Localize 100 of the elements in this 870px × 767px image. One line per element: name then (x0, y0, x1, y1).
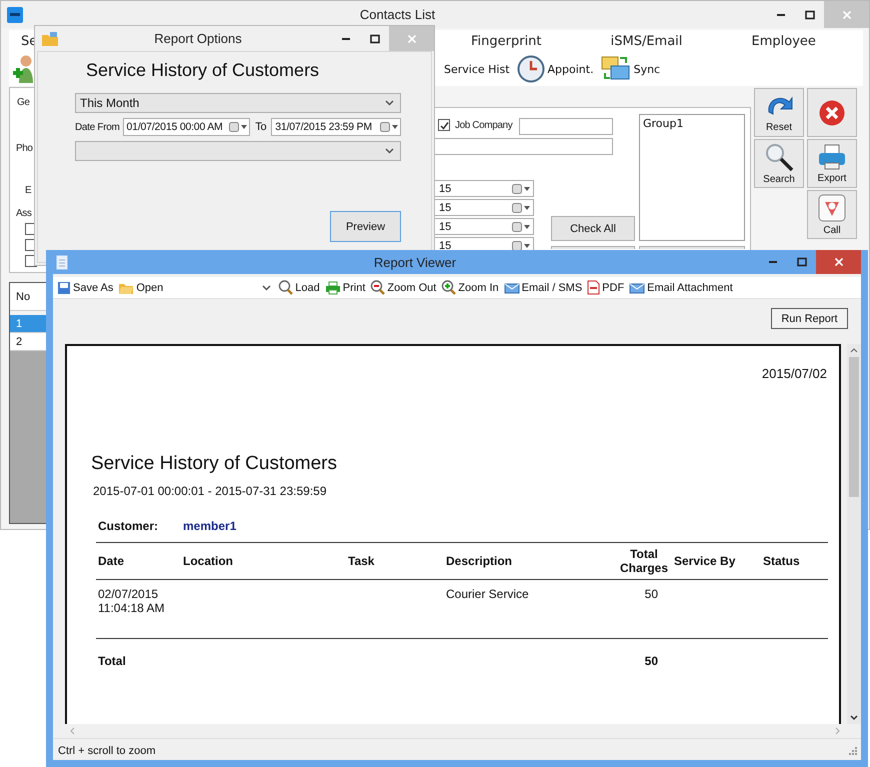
search-icon (763, 142, 795, 172)
column-header: No (16, 290, 30, 302)
phone-shield-icon (817, 193, 847, 223)
add-person-button[interactable] (11, 54, 33, 84)
close-icon (834, 257, 844, 267)
printer-icon (817, 143, 847, 171)
calendar-dropdown-icon[interactable] (512, 222, 530, 232)
total-label: Total (98, 654, 126, 668)
group-list[interactable]: Group1 (639, 114, 745, 241)
calendar-dropdown-icon[interactable] (512, 184, 530, 194)
field-label: To (255, 121, 266, 133)
date-field[interactable]: 15 (439, 182, 452, 194)
call-button[interactable]: Call (807, 190, 857, 239)
minimize-icon (768, 261, 776, 263)
column-header: Task (348, 554, 374, 568)
customer-name: member1 (183, 519, 236, 533)
export-button[interactable]: Export (807, 139, 857, 188)
close-button[interactable] (807, 88, 857, 137)
table-row[interactable]: 2 (10, 333, 48, 351)
column-header: Total Charges (618, 547, 670, 575)
toolbar-button[interactable]: Load (278, 280, 320, 295)
floppy-icon (57, 280, 71, 294)
toolbar-button[interactable]: Zoom Out (370, 280, 436, 295)
magnifier-icon (278, 280, 294, 295)
search-button[interactable]: Search (754, 139, 804, 188)
table-cell: 50 (644, 587, 658, 601)
menu-tab[interactable]: Fingerprint (471, 34, 542, 48)
close-icon (818, 98, 846, 126)
scroll-up-icon[interactable] (850, 347, 858, 353)
close-button[interactable] (816, 250, 861, 274)
customer-label: Customer: (98, 519, 160, 533)
close-icon (406, 34, 416, 44)
window-title: Report Viewer (374, 254, 456, 270)
column-header: Description (446, 554, 512, 568)
toolbar-button[interactable]: PDF (587, 280, 624, 295)
date-range: 2015-07-01 00:00:01 - 2015-07-31 23:59:59 (92, 484, 328, 498)
list-item[interactable]: Group1 (643, 117, 741, 130)
column-header: Service By (674, 554, 736, 568)
toolbar-button[interactable]: Save As (57, 280, 114, 294)
clock-icon (516, 55, 545, 83)
date-field[interactable]: 15 (439, 240, 452, 252)
reset-button[interactable]: Reset (754, 88, 804, 137)
minimize-icon (776, 14, 784, 16)
menu-tab[interactable]: iSMS/Email (610, 34, 682, 48)
total-value: 50 (644, 654, 658, 668)
field-label: Pho (16, 143, 33, 154)
field-label: Ass (16, 208, 32, 219)
status-text: Ctrl + scroll to zoom (58, 744, 156, 756)
dialog-heading: Service History of Customers (85, 60, 320, 81)
maximize-icon (796, 257, 806, 267)
add-person-icon (12, 54, 33, 84)
preview-button[interactable]: Preview (330, 211, 401, 242)
toolbar-button[interactable]: Email Attachment (629, 282, 733, 294)
toolbar-button[interactable]: Zoom In (441, 280, 499, 295)
column-header: Location (183, 554, 233, 568)
vertical-scrollbar[interactable] (847, 344, 861, 724)
checkbox[interactable] (438, 119, 450, 131)
toolbar-button[interactable]: Print (324, 280, 366, 294)
column-header: Status (763, 554, 800, 568)
field-label: E (25, 185, 32, 196)
date-field[interactable]: 15 (439, 220, 452, 232)
zoom-out-icon (370, 280, 386, 295)
calendar-dropdown-icon[interactable] (380, 122, 398, 132)
calendar-dropdown-icon[interactable] (512, 202, 530, 212)
check-all-button[interactable]: Check All (551, 216, 635, 241)
close-icon (842, 10, 852, 20)
envelope-icon (504, 282, 520, 294)
report-title: Service History of Customers (91, 453, 338, 475)
app-icon (7, 6, 23, 22)
input-field[interactable] (434, 138, 613, 155)
minimize-icon (342, 38, 350, 40)
window-title: Contacts List (360, 7, 436, 22)
table-cell: Courier Service (446, 587, 529, 601)
toolbar-button[interactable]: Open (118, 280, 164, 294)
envelope-icon (629, 282, 646, 294)
input-field[interactable] (519, 118, 613, 135)
calendar-dropdown-icon[interactable] (229, 122, 248, 132)
date-field[interactable]: 15 (439, 202, 452, 214)
toolbar-button[interactable]: Email / SMS (504, 282, 582, 294)
window-title: Report Options (154, 31, 242, 46)
toolbar-button[interactable]: Service Hist (444, 62, 510, 76)
field-label: Ge (17, 97, 30, 108)
toolbar-button[interactable]: Sync (634, 62, 660, 76)
table-cell: 02/07/2015 11:04:18 AM (98, 587, 164, 615)
report-date: 2015/07/02 (762, 366, 827, 381)
resize-grip-icon[interactable] (848, 746, 857, 755)
printer-icon (324, 280, 341, 294)
scroll-down-icon[interactable] (850, 715, 858, 721)
toolbar-button[interactable]: Appoint. (548, 62, 594, 76)
document-icon (56, 254, 68, 270)
folder-icon (41, 30, 59, 46)
field-label: Job Company (455, 120, 512, 130)
period-dropdown[interactable]: This Month (75, 93, 401, 113)
pdf-icon (587, 280, 600, 295)
menu-tab[interactable]: Employee (752, 34, 816, 48)
field-label: Date From (75, 122, 120, 132)
maximize-icon (804, 10, 814, 20)
maximize-icon (370, 34, 380, 44)
run-report-button[interactable]: Run Report (771, 308, 848, 329)
zoom-in-icon (441, 280, 456, 295)
